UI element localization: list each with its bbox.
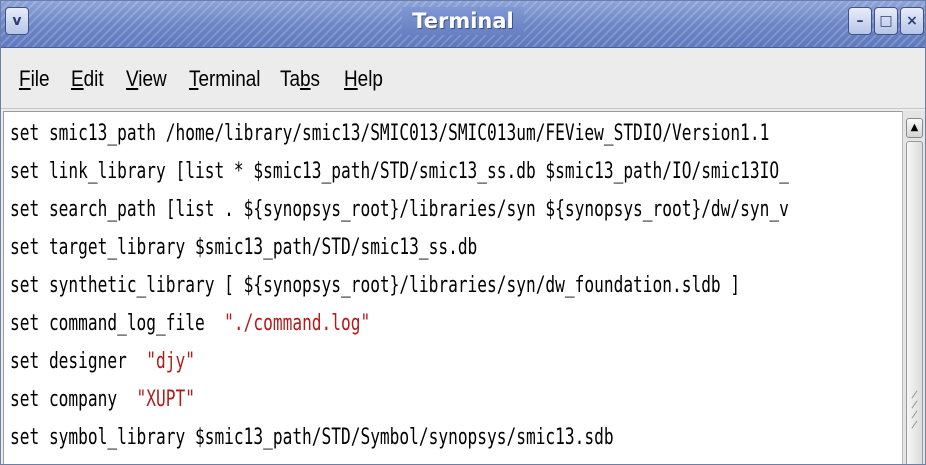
vertical-scrollbar[interactable]: ▲ <box>902 111 925 464</box>
grip-line <box>911 390 918 399</box>
terminal-window: v Terminal – □ × File Edit View Terminal… <box>0 0 926 465</box>
minimize-button[interactable]: – <box>848 7 872 35</box>
grip-line <box>911 400 918 409</box>
menu-terminal[interactable]: Terminal <box>189 66 261 92</box>
terminal-line: set designer "djy" <box>10 349 195 374</box>
arrow-up-icon: ▲ <box>910 122 919 133</box>
grip-line <box>911 410 918 419</box>
terminal-line: set symbol_library $smic13_path/STD/Symb… <box>10 425 614 450</box>
grip-line <box>911 420 918 429</box>
title-bar[interactable]: v Terminal – □ × <box>1 1 925 48</box>
maximize-icon: □ <box>879 13 893 29</box>
menu-file[interactable]: File <box>19 66 50 92</box>
close-icon: × <box>906 13 918 29</box>
menu-tabs[interactable]: Tabs <box>280 66 320 92</box>
scrollbar-thumb[interactable] <box>906 141 923 464</box>
terminal-line: set search_path [list . ${synopsys_root}… <box>10 197 789 222</box>
terminal-line: set link_library [list * $smic13_path/ST… <box>10 159 789 184</box>
menu-bar: File Edit View Terminal Tabs Help <box>1 48 925 109</box>
terminal-output[interactable]: set smic13_path /home/library/smic13/SMI… <box>3 111 902 464</box>
terminal-line: set target_library $smic13_path/STD/smic… <box>10 235 478 260</box>
menu-edit[interactable]: Edit <box>71 66 104 92</box>
maximize-button[interactable]: □ <box>874 7 898 35</box>
close-button[interactable]: × <box>900 7 924 35</box>
scroll-up-button[interactable]: ▲ <box>906 118 923 138</box>
terminal-line: set smic13_path /home/library/smic13/SMI… <box>10 121 770 146</box>
terminal-line: set company "XUPT" <box>10 387 195 412</box>
terminal-line: set synthetic_library [ ${synopsys_root}… <box>10 273 741 298</box>
terminal-line: set command_log_file "./command.log" <box>10 311 371 336</box>
menu-help[interactable]: Help <box>344 66 383 92</box>
menu-view[interactable]: View <box>126 66 167 92</box>
window-title: Terminal <box>1 7 925 35</box>
minimize-icon: – <box>856 13 864 29</box>
